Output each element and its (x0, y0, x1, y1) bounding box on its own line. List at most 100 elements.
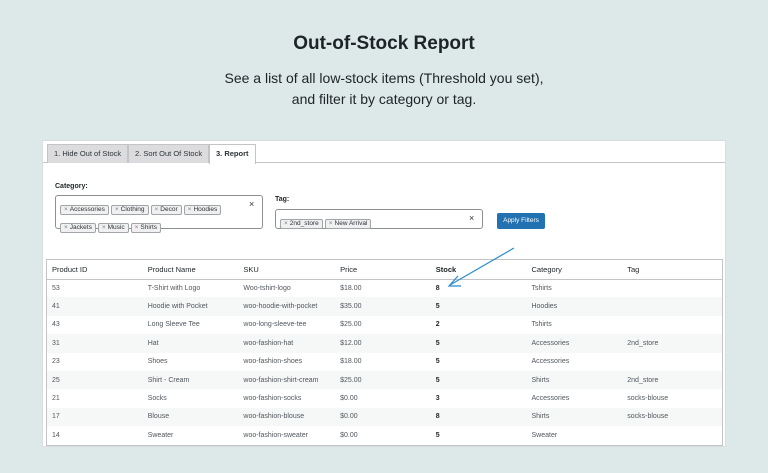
table-cell: Shirt - Cream (142, 370, 239, 390)
table-cell: $18.00 (340, 284, 362, 292)
page-subtitle: See a list of all low-stock items (Thres… (224, 70, 544, 107)
category-chip[interactable]: × Decor (150, 205, 182, 215)
chip-remove-icon[interactable]: × (284, 220, 288, 227)
table-cell: Tshirts (531, 321, 552, 329)
table-cell: $18.00 (340, 358, 362, 366)
column-header[interactable]: Price (335, 260, 431, 280)
table-cell (622, 297, 722, 316)
table-cell (622, 353, 722, 371)
table-cell: 5 (430, 370, 527, 390)
report-panel: 1. Hide Out of Stock 2. Sort Out Of Stoc… (42, 140, 726, 447)
table-cell: 5 (435, 431, 440, 439)
table-row: 17 Blouse woo-fashion-blouse $0.00 8 Shirts so… (47, 407, 722, 427)
column-header[interactable]: Product ID (47, 260, 143, 280)
table-cell: woo-fashion-shoes (243, 358, 303, 366)
table-cell: 21 (52, 395, 60, 403)
tag-chip[interactable]: × New Arrival (324, 219, 372, 229)
table-cell: Long Sleeve Tee (147, 321, 200, 329)
page-title: Out-of-Stock Report (293, 33, 475, 54)
table-cell: 2nd_store (622, 334, 722, 353)
table-cell: $12.00 (335, 334, 431, 353)
table-cell (622, 279, 722, 297)
column-header[interactable]: SKU (238, 260, 336, 280)
table-cell: woo-hoodie-with-pocket (238, 297, 336, 316)
category-chip[interactable]: × Jackets (60, 223, 96, 233)
chip-remove-icon[interactable]: × (155, 206, 159, 213)
table-cell: Shirts (526, 370, 623, 390)
category-chip[interactable]: × Clothing (110, 205, 149, 215)
table-cell: Accessories (531, 395, 570, 403)
chip-remove-icon[interactable]: × (64, 206, 68, 213)
table-cell: 5 (430, 334, 527, 353)
column-header[interactable]: Stock (430, 260, 527, 280)
category-chip-label: Hoodies (193, 206, 218, 213)
table-cell: woo-fashion-hat (238, 334, 336, 353)
table-cell: Accessories (526, 334, 623, 353)
table-cell: $35.00 (335, 297, 431, 316)
table-cell: Shoes (147, 358, 168, 366)
chip-remove-icon[interactable]: × (188, 206, 192, 213)
table-cell: socks-blouse (627, 395, 669, 403)
apply-filters-button[interactable]: Apply Filters (497, 213, 545, 229)
table-cell: Sweater (147, 431, 174, 439)
table-cell: 23 (52, 358, 60, 366)
chip-remove-icon[interactable]: × (102, 224, 106, 231)
chip-remove-icon[interactable]: × (64, 224, 68, 231)
table-cell: Socks (147, 395, 167, 403)
category-chip-label: Accessories (69, 206, 105, 213)
category-chip-label: Clothing (120, 206, 145, 213)
column-header[interactable]: Tag (622, 260, 722, 280)
table-row: 43 Long Sleeve Tee woo-long-sleeve-tee $25.… (47, 316, 722, 334)
table-cell: 5 (430, 297, 527, 316)
table-cell: 3 (435, 395, 440, 403)
table-row: 21 Socks woo-fashion-socks $0.00 3 Accessorie… (47, 389, 722, 407)
table-cell: Accessories (531, 358, 570, 366)
tag-chip-list: × 2nd_store × New Arrival (279, 212, 479, 230)
table-cell: $0.00 (340, 395, 358, 403)
table-cell: Sweater (531, 431, 558, 439)
category-chip-label: Jackets (69, 224, 92, 231)
table-cell: T-Shirt with Logo (147, 284, 201, 292)
category-chip[interactable]: × Accessories (60, 205, 109, 215)
category-select[interactable]: × Accessories × Clothing × Decor × Hoodies× Jack… (55, 195, 263, 233)
category-chip[interactable]: × Music (97, 223, 129, 233)
table-row: 14 Sweater woo-fashion-sweater $0.00 5 Sweate… (47, 426, 722, 444)
tab-sort-out-of-stock[interactable]: 2. Sort Out Of Stock (128, 144, 210, 163)
table-row: 23 Shoes woo-fashion-shoes $18.00 5 Accessori… (47, 353, 722, 371)
table-cell: 43 (52, 321, 60, 329)
column-header[interactable]: Product Name (142, 260, 239, 280)
table-cell (622, 316, 722, 334)
chip-remove-icon[interactable]: × (135, 224, 139, 231)
table-cell: 8 (435, 284, 440, 292)
table-cell: $25.00 (335, 370, 431, 390)
tag-chip[interactable]: × 2nd_store (280, 219, 323, 229)
table-cell: Shirts (526, 407, 623, 427)
table-cell: $25.00 (340, 321, 362, 329)
category-chip[interactable]: × Hoodies (183, 205, 222, 215)
tag-chip-label: 2nd_store (289, 220, 319, 227)
chip-remove-icon[interactable]: × (329, 220, 333, 227)
tab-hide-out-of-stock[interactable]: 1. Hide Out of Stock (47, 144, 129, 163)
tag-select[interactable]: × 2nd_store × New Arrival (275, 209, 483, 229)
tag-clear-icon[interactable]: × (469, 213, 474, 223)
table-header-row: Product ID Product Name SKU Price Stock Categ… (47, 260, 722, 280)
table-row: 31 Hat woo-fashion-hat $12.00 5 Accessories 2n… (47, 334, 722, 353)
table-cell: woo-fashion-shirt-cream (238, 370, 336, 390)
category-clear-icon[interactable]: × (249, 199, 254, 209)
tab-report[interactable]: 3. Report (209, 144, 256, 164)
table-cell: 2 (435, 321, 440, 329)
table-cell: woo-long-sleeve-tee (243, 321, 307, 329)
table-cell: 14 (52, 431, 60, 439)
chip-remove-icon[interactable]: × (115, 206, 119, 213)
table-cell: Hoodies (526, 297, 623, 316)
table-cell: socks-blouse (622, 407, 722, 427)
table-cell: woo-fashion-blouse (238, 407, 336, 427)
tab-bar: 1. Hide Out of Stock 2. Sort Out Of Stoc… (43, 141, 725, 164)
table-cell: 8 (430, 407, 527, 427)
table-row: 25 Shirt - Cream woo-fashion-shirt-cream $2… (47, 370, 722, 390)
category-chip[interactable]: × Shirts (130, 223, 162, 233)
table-row: 41 Hoodie with Pocket woo-hoodie-with-pock… (47, 297, 722, 316)
category-chip-list: × Accessories × Clothing × Decor × Hoodies× Jack… (59, 198, 259, 234)
table-body: 53 T-Shirt with Logo Woo-tshirt-logo $18.00… (47, 279, 722, 445)
column-header[interactable]: Category (526, 260, 623, 280)
